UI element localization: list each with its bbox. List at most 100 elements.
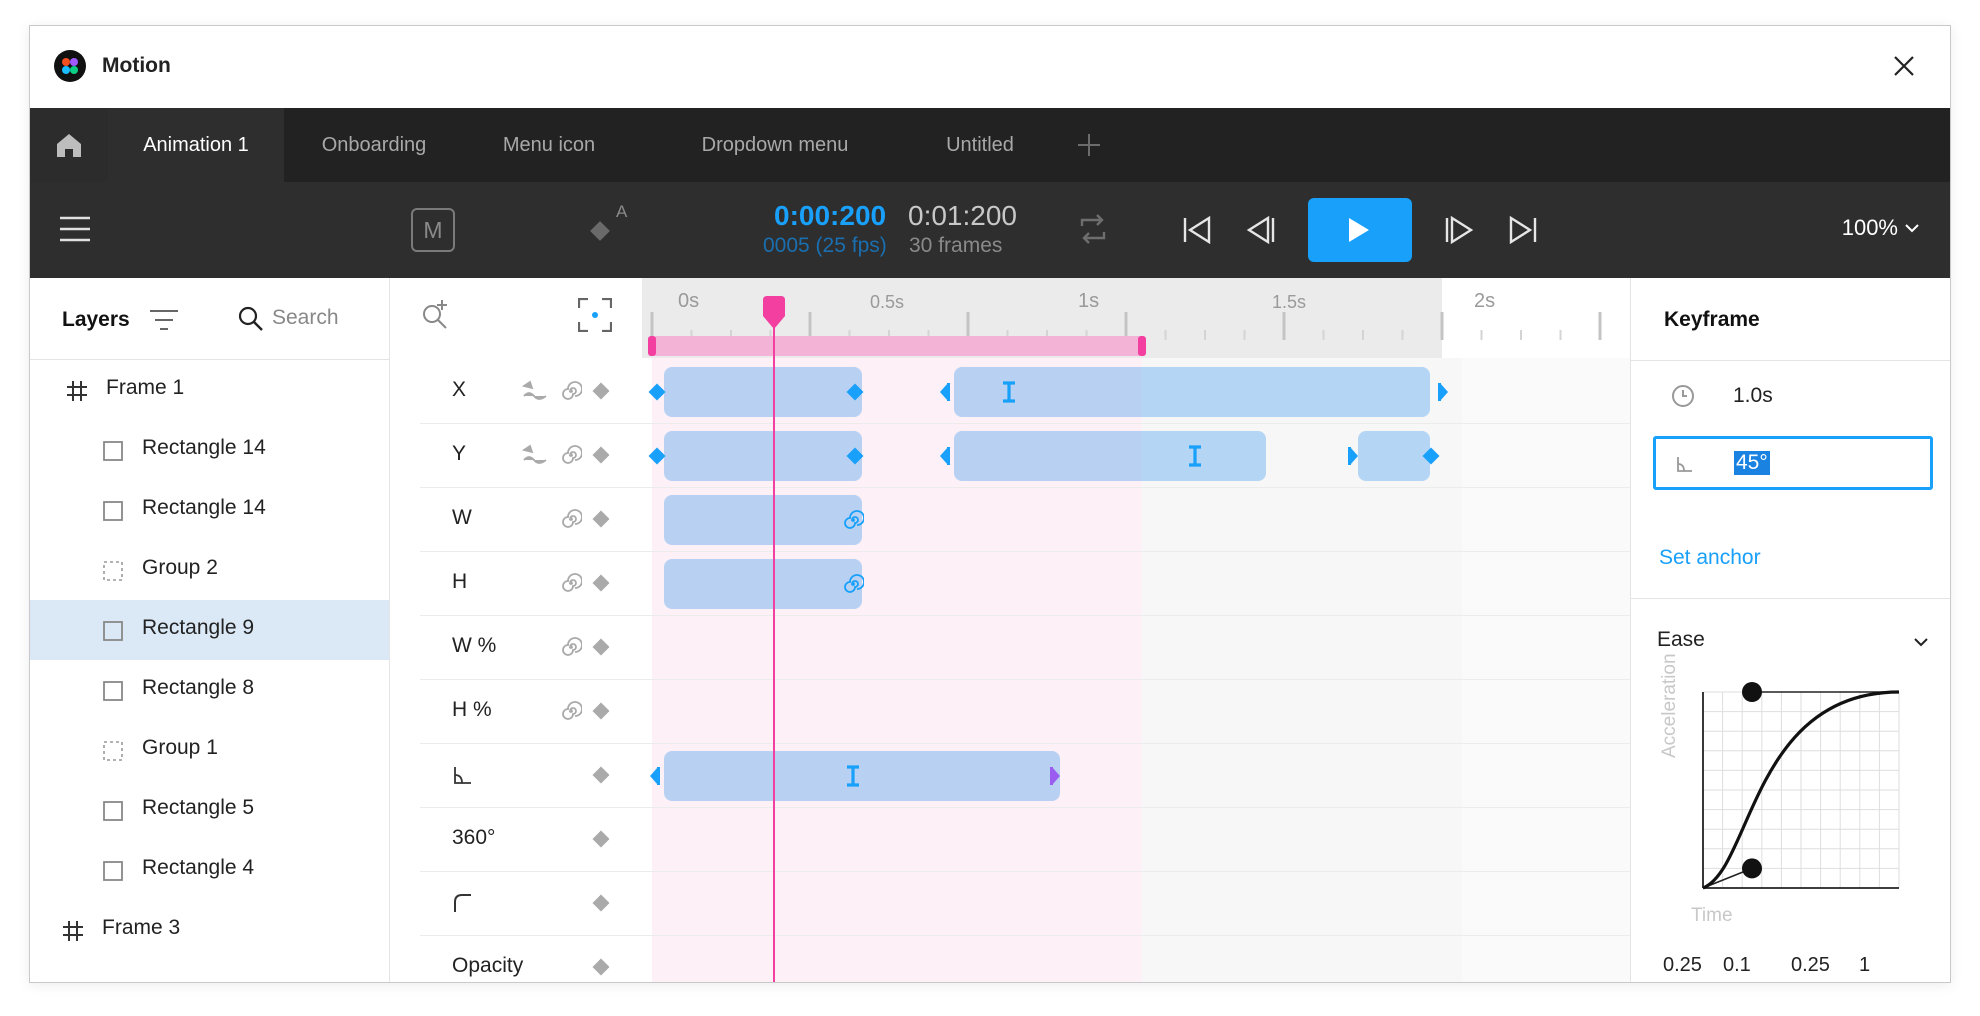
add-keyframe-diamond-icon[interactable] bbox=[590, 764, 612, 786]
keyframe-diamond[interactable] bbox=[646, 445, 668, 467]
layer-item[interactable]: Rectangle 14 bbox=[30, 480, 389, 540]
keyframe-diamond[interactable] bbox=[646, 381, 668, 403]
motion-logo-icon bbox=[54, 50, 86, 82]
keyframe-diamond[interactable] bbox=[844, 445, 866, 467]
manual-mode-button[interactable]: M bbox=[411, 208, 455, 252]
motion-path-icon[interactable] bbox=[522, 444, 550, 466]
layer-item[interactable]: Group 1 bbox=[30, 720, 389, 780]
rectangle-icon bbox=[102, 500, 124, 527]
tab-bar: Animation 1 Onboarding Menu icon Dropdow… bbox=[30, 108, 1950, 182]
keyframe-start-handle[interactable] bbox=[936, 381, 958, 403]
tab-onboarding[interactable]: Onboarding bbox=[284, 108, 464, 182]
tab-dropdown-menu[interactable]: Dropdown menu bbox=[670, 108, 880, 182]
spring-icon[interactable] bbox=[842, 509, 864, 531]
keyframe-diamond[interactable] bbox=[1420, 445, 1442, 467]
keyframe-segment[interactable] bbox=[664, 559, 862, 609]
play-button[interactable] bbox=[1308, 198, 1412, 262]
step-back-icon[interactable] bbox=[1246, 216, 1276, 244]
layer-item[interactable]: Rectangle 5 bbox=[30, 780, 389, 840]
skip-to-end-icon[interactable] bbox=[1508, 216, 1538, 244]
add-keyframe-diamond-icon[interactable] bbox=[590, 572, 612, 594]
keyframe-diamond[interactable] bbox=[844, 381, 866, 403]
layer-item[interactable]: Frame 1 bbox=[30, 360, 389, 420]
range-start-handle[interactable] bbox=[648, 336, 656, 356]
auto-keyframe-label: A bbox=[616, 202, 628, 221]
motion-path-icon[interactable] bbox=[522, 380, 550, 402]
angle-input[interactable]: 45° bbox=[1653, 436, 1933, 490]
angle-value[interactable]: 45° bbox=[1734, 451, 1770, 475]
add-keyframe-diamond-icon[interactable] bbox=[590, 892, 612, 914]
layer-item[interactable]: Rectangle 9 bbox=[30, 600, 389, 660]
add-keyframe-diamond-icon[interactable] bbox=[590, 700, 612, 722]
keyframe-inspector: Keyframe 1.0s 45° Set anchor Ease Accele… bbox=[1630, 278, 1950, 982]
spring-icon[interactable] bbox=[560, 572, 582, 594]
keyframe-end-handle[interactable] bbox=[1042, 765, 1064, 787]
set-anchor-link[interactable]: Set anchor bbox=[1659, 546, 1761, 570]
keyframe-segment[interactable] bbox=[664, 367, 862, 417]
layer-item[interactable]: Rectangle 8 bbox=[30, 660, 389, 720]
spring-icon[interactable] bbox=[560, 700, 582, 722]
loop-icon[interactable] bbox=[1078, 212, 1108, 246]
rectangle-icon bbox=[102, 680, 124, 707]
keyframe-midpoint[interactable] bbox=[842, 765, 864, 787]
playhead-handle[interactable] bbox=[761, 296, 787, 330]
inspector-title: Keyframe bbox=[1664, 308, 1760, 331]
keyframe-segment[interactable] bbox=[664, 495, 862, 545]
spring-icon[interactable] bbox=[560, 508, 582, 530]
layer-item[interactable]: Rectangle 14 bbox=[30, 420, 389, 480]
layer-label: Frame 1 bbox=[106, 376, 185, 399]
step-forward-icon[interactable] bbox=[1444, 216, 1474, 244]
keyframe-segment[interactable] bbox=[664, 431, 862, 481]
bezier-handle-2[interactable] bbox=[1742, 682, 1762, 702]
add-keyframe-diamond-icon[interactable] bbox=[590, 508, 612, 530]
keyframe-time[interactable]: 1.0s bbox=[1733, 384, 1773, 408]
easing-curve-editor[interactable] bbox=[1655, 668, 1935, 908]
keyframe-midpoint[interactable] bbox=[1184, 445, 1206, 467]
zoom-level[interactable]: 100% bbox=[1842, 215, 1898, 241]
keyframe-start-handle[interactable] bbox=[646, 765, 668, 787]
bezier-x1[interactable]: 0.25 bbox=[1663, 954, 1702, 977]
keyframe-midpoint[interactable] bbox=[998, 381, 1020, 403]
bezier-x2[interactable]: 0.25 bbox=[1791, 954, 1830, 977]
add-keyframe-diamond-icon[interactable] bbox=[590, 956, 612, 978]
layer-item[interactable]: Frame 3 bbox=[30, 900, 389, 960]
keyframe-end-handle[interactable] bbox=[1340, 445, 1362, 467]
keyframe-segment[interactable] bbox=[954, 367, 1430, 417]
search-input[interactable] bbox=[272, 300, 382, 336]
layer-item[interactable]: Group 2 bbox=[30, 540, 389, 600]
property-label: 360° bbox=[452, 826, 496, 849]
ease-dropdown[interactable]: Ease bbox=[1657, 628, 1929, 658]
work-range-bar[interactable] bbox=[652, 336, 1142, 356]
chevron-down-icon[interactable] bbox=[1904, 222, 1920, 234]
playhead-line bbox=[773, 304, 775, 982]
tab-menu-icon[interactable]: Menu icon bbox=[464, 108, 634, 182]
add-keyframe-diamond-icon[interactable] bbox=[590, 380, 612, 402]
spring-icon[interactable] bbox=[560, 380, 582, 402]
close-icon[interactable] bbox=[1886, 48, 1922, 84]
range-end-handle[interactable] bbox=[1138, 336, 1146, 356]
layer-item[interactable]: Rectangle 4 bbox=[30, 840, 389, 900]
menu-icon[interactable] bbox=[60, 216, 90, 242]
add-keyframe-diamond-icon[interactable] bbox=[590, 636, 612, 658]
tab-animation-1[interactable]: Animation 1 bbox=[108, 108, 284, 182]
spring-icon[interactable] bbox=[560, 636, 582, 658]
add-keyframe-diamond-icon[interactable] bbox=[590, 444, 612, 466]
layer-label: Rectangle 14 bbox=[142, 436, 266, 459]
keyframe-segment[interactable] bbox=[954, 431, 1266, 481]
bezier-handle-1[interactable] bbox=[1742, 858, 1762, 879]
bezier-y2[interactable]: 1 bbox=[1859, 954, 1870, 977]
filter-icon[interactable] bbox=[150, 308, 178, 332]
spring-icon[interactable] bbox=[842, 573, 864, 595]
add-tab-icon[interactable] bbox=[1072, 128, 1106, 162]
home-tab[interactable] bbox=[30, 108, 108, 182]
skip-to-start-icon[interactable] bbox=[1182, 216, 1212, 244]
diamond-icon bbox=[590, 221, 610, 241]
search-icon bbox=[238, 306, 263, 331]
spring-icon[interactable] bbox=[560, 444, 582, 466]
tab-untitled[interactable]: Untitled bbox=[910, 108, 1050, 182]
keyframe-start-handle[interactable] bbox=[936, 445, 958, 467]
auto-keyframe-button[interactable]: A bbox=[586, 202, 636, 252]
add-keyframe-diamond-icon[interactable] bbox=[590, 828, 612, 850]
keyframe-end-handle[interactable] bbox=[1430, 381, 1452, 403]
bezier-y1[interactable]: 0.1 bbox=[1723, 954, 1751, 977]
